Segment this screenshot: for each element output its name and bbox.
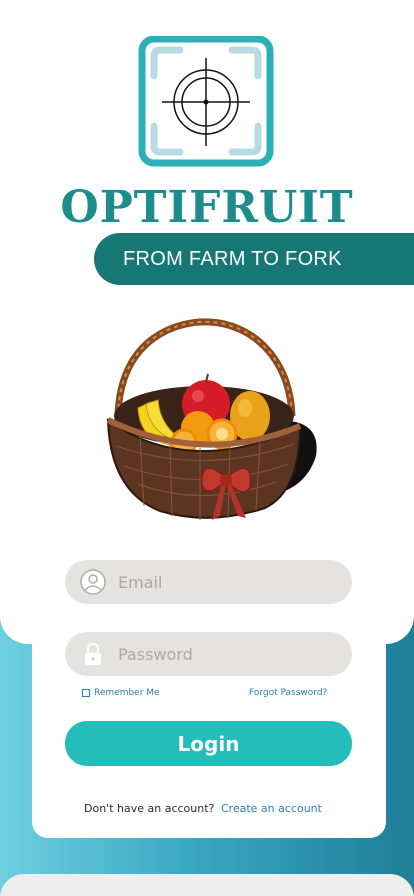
fruit-basket-icon [100,316,320,526]
lock-icon [80,641,106,667]
login-button[interactable]: Login [65,721,352,766]
create-account-link[interactable]: Create an account [221,802,322,815]
tagline-text: FROM FARM TO FORK [123,247,342,270]
password-input[interactable] [118,644,318,664]
footer-bar [0,874,414,896]
brand-title: OPTIFRUIT [60,182,354,233]
forgot-password-link[interactable]: Forgot Password? [249,688,327,698]
signup-row: Don't have an account? Create an account [84,802,322,815]
remember-label: Remember Me [94,688,160,698]
password-field[interactable] [65,632,352,676]
remember-me[interactable]: Remember Me [82,688,160,698]
crosshair-scan-icon [138,35,276,168]
email-input[interactable] [118,572,318,592]
tagline-banner: FROM FARM TO FORK [94,233,414,285]
user-icon [80,569,106,595]
signup-prompt: Don't have an account? [84,802,215,815]
email-field[interactable] [65,560,352,604]
remember-checkbox[interactable] [82,689,90,697]
